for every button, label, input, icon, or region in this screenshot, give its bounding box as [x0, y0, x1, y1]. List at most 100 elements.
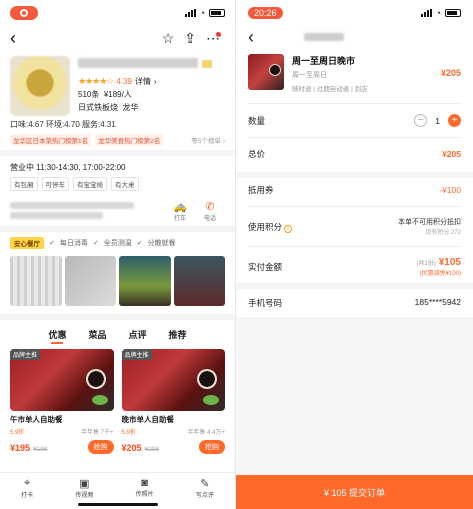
camera-icon: ◙ [141, 477, 148, 489]
vip-badge-icon [202, 60, 212, 68]
rating-detail-link[interactable]: 详情 [135, 75, 151, 88]
check-icon: ✓ [136, 240, 143, 247]
payment-row: 实付金额 (共1份) ¥105 (优惠减免¥100) [248, 257, 461, 277]
taxi-icon: 🚕 [173, 200, 187, 213]
deal-image: 品牌主推 [121, 349, 225, 411]
shop-category: 日式铁板烧 [78, 103, 118, 112]
business-hours: 营业中 11:30-14:30, 17:00-22:00 [10, 163, 126, 172]
phone-label: 手机号码 [248, 298, 283, 308]
quantity-stepper: − 1 + [414, 114, 461, 127]
back-icon[interactable]: ‹ [248, 27, 254, 48]
status-bar: 20:26 ◔ [236, 0, 473, 26]
facility-tag: 有大桌 [111, 177, 139, 191]
photo[interactable] [64, 256, 116, 306]
buy-button[interactable]: 抢购 [87, 440, 114, 454]
safe-restaurant-badge: 安心餐厅 [10, 237, 44, 249]
facility-tag: 有宝宝椅 [73, 177, 107, 191]
deal-card[interactable]: 品牌主推 午市单人自助餐 5.9折 半年售 7千+ ¥195 ¥198 抢购 [10, 349, 114, 456]
item-price: ¥205 [440, 68, 461, 78]
order-item: 周一至周日晚市 周一至周日 随时退 | 过期自动退 | 到店 ¥205 [236, 48, 473, 99]
order-panel: 20:26 ◔ ‹ 周一至周日晚市 周一至周日 随时退 | 过期自动退 | 到店… [236, 0, 473, 509]
deal-card[interactable]: 品牌主推 晚市单人自助餐 5.9折 半年售 4.4万+ ¥205 ¥208 抢购 [121, 349, 225, 456]
tab-reviews[interactable]: 点评 [129, 328, 147, 341]
photo[interactable] [119, 256, 171, 306]
pin-icon: ⌖ [24, 477, 31, 489]
review-count[interactable]: 510条 [78, 90, 99, 99]
signal-icon [184, 9, 196, 17]
favorite-star-icon[interactable]: ☆ [162, 30, 175, 47]
item-subtitle: 周一至周日 [292, 72, 327, 79]
decrease-button[interactable]: − [414, 114, 428, 127]
pay-amount: ¥105 [438, 257, 461, 268]
facility-tag: 可停车 [41, 177, 69, 191]
section-tabs: 优惠 菜品 点评 推荐 [0, 320, 235, 345]
wifi-icon: ◔ [435, 8, 441, 18]
phone-row[interactable]: 手机号码 185****5942 [236, 289, 473, 317]
bottom-action-bar: ⌖ 打卡 ▣ 传视频 ◙ 传照片 ✎ 写点评 [0, 472, 235, 499]
write-review-button[interactable]: ✎ 写点评 [196, 477, 214, 499]
coupon-value: -¥100 [439, 185, 461, 195]
page-title-blurred [304, 33, 344, 41]
increase-button[interactable]: + [448, 114, 461, 127]
more-icon[interactable]: ⋯ [206, 30, 225, 47]
avg-price: ¥189/人 [103, 90, 132, 99]
photo[interactable] [173, 256, 225, 306]
item-title: 周一至周日晚市 [292, 56, 356, 66]
quantity-label: 数量 [248, 115, 266, 126]
points-row: 使用积分 i 本单不可用积分抵扣 现有积分 272 [248, 219, 461, 236]
phone-icon: ✆ [205, 200, 215, 213]
item-notes: 随时退 | 过期自动退 | 到店 [292, 86, 368, 93]
upload-video-button[interactable]: ▣ 传视频 [75, 477, 93, 499]
shop-logo [10, 56, 70, 116]
wifi-icon: ◔ [199, 8, 205, 18]
check-icon: ✓ [49, 240, 55, 247]
item-thumbnail [248, 54, 284, 90]
quantity-value: 1 [435, 115, 440, 126]
buy-button[interactable]: 抢购 [199, 440, 225, 454]
share-icon[interactable]: ⇪ [184, 30, 196, 47]
clock: 20:26 [248, 7, 283, 19]
shop-name-blurred [78, 58, 198, 68]
check-icon: ✓ [92, 240, 99, 247]
tab-dishes[interactable]: 菜品 [88, 328, 106, 341]
upload-photo-button[interactable]: ◙ 传照片 [136, 477, 154, 499]
rank-more-link[interactable]: 等5个榜单 › [191, 135, 225, 145]
battery-icon [445, 9, 461, 17]
back-icon[interactable]: ‹ [10, 28, 16, 49]
home-indicator [78, 503, 158, 506]
total-label: 总价 [248, 149, 266, 159]
shop-detail-panel: ◔ ‹ ☆ ⇪ ⋯ ★★★★☆ 4.39 详情 › 510条 ¥189/人 日式… [0, 0, 236, 509]
tab-recommend[interactable]: 推荐 [169, 328, 187, 341]
photo-strip[interactable] [0, 254, 235, 308]
rating-score: 4.39 [116, 77, 132, 86]
battery-icon [209, 9, 225, 17]
safety-row[interactable]: 安心餐厅 ✓ 每日消毒 ✓ 全员测温 ✓ 分散就餐 [0, 232, 235, 254]
rank-tag[interactable]: 龙华区日本菜热门榜第1名 [10, 134, 92, 146]
deal-image: 品牌主推 [10, 349, 114, 411]
address-blurred[interactable] [10, 199, 165, 222]
shop-header: ★★★★☆ 4.39 详情 › 510条 ¥189/人 日式铁板烧 龙华 [0, 50, 235, 116]
rank-tag[interactable]: 龙华美食热门榜第2名 [95, 134, 164, 146]
rating-stars-icon: ★★★★☆ [78, 76, 114, 86]
taxi-button[interactable]: 🚕 打车 [165, 200, 195, 222]
coupon-row[interactable]: 抵用券 -¥100 [236, 178, 473, 202]
deal-name: 午市单人自助餐 [10, 415, 63, 424]
phone-button[interactable]: ✆ 电话 [195, 200, 225, 222]
info-icon[interactable]: i [284, 224, 293, 233]
deal-name: 晚市单人自助餐 [121, 415, 175, 424]
phone-value: 185****5942 [414, 297, 461, 307]
facility-tags: 有包厢 可停车 有宝宝椅 有大桌 [0, 173, 235, 195]
edit-icon: ✎ [200, 478, 210, 490]
facility-tag: 有包厢 [10, 177, 38, 191]
checkin-button[interactable]: ⌖ 打卡 [21, 477, 33, 499]
total-value: ¥205 [442, 149, 461, 159]
submit-order-button[interactable]: ¥ 105 提交订单 [236, 475, 473, 509]
status-bar: ◔ [0, 0, 235, 26]
sub-scores: 口味:4.67 环境:4.70 服务:4.31 [10, 120, 116, 129]
photo[interactable] [10, 256, 62, 306]
video-icon: ▣ [79, 478, 90, 490]
shop-area: 龙华 [122, 103, 139, 112]
signal-icon [420, 9, 432, 17]
recording-indicator [10, 6, 38, 20]
tab-deals[interactable]: 优惠 [48, 328, 66, 344]
